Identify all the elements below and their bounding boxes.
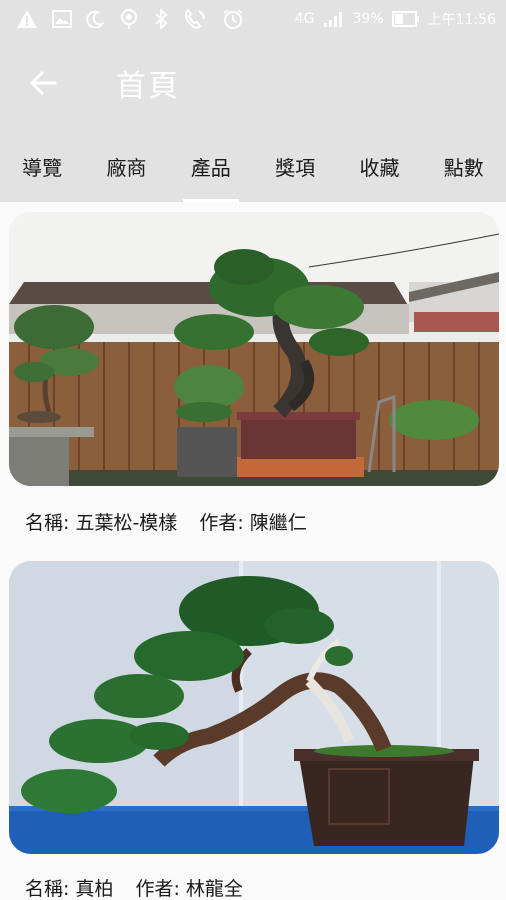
battery-icon: [391, 11, 420, 27]
alarm-icon: [222, 8, 244, 30]
product-photo[interactable]: [9, 561, 499, 854]
tab-bar: 導覽 廠商 產品 獎項 收藏 點數: [0, 128, 506, 202]
location-icon: [118, 8, 140, 30]
tab-awards[interactable]: 獎項: [253, 128, 337, 202]
image-icon: [52, 10, 72, 28]
product-photo[interactable]: [9, 212, 499, 486]
product-name: 名稱: 五葉松-模樣: [25, 511, 178, 534]
product-card[interactable]: 名稱: 五葉松-模樣 作者: 陳繼仁: [9, 212, 499, 556]
app-bar: 首頁: [0, 38, 506, 128]
product-caption: 名稱: 五葉松-模樣 作者: 陳繼仁: [9, 486, 499, 556]
tab-vendors[interactable]: 廠商: [84, 128, 168, 202]
arrow-left-icon: [29, 70, 57, 96]
product-card[interactable]: 名稱: 真柏 作者: 林龍全: [9, 561, 499, 900]
status-bar: 4G 39% 上午11:56: [0, 0, 506, 38]
clock: 上午11:56: [427, 12, 496, 28]
product-caption: 名稱: 真柏 作者: 林龍全: [9, 854, 499, 900]
tab-guide[interactable]: 導覽: [0, 128, 84, 202]
back-button[interactable]: [28, 68, 58, 98]
tab-products[interactable]: 產品: [169, 128, 253, 202]
product-author: 作者: 林龍全: [135, 877, 243, 900]
page-title: 首頁: [116, 69, 180, 104]
product-author: 作者: 陳繼仁: [199, 511, 307, 534]
phone-icon: [182, 8, 208, 30]
signal-icon: [323, 10, 345, 28]
product-name: 名稱: 真柏: [25, 877, 114, 900]
moon-icon: [86, 10, 104, 28]
network-type: 4G: [294, 11, 315, 27]
tab-points[interactable]: 點數: [422, 128, 506, 202]
warning-icon: [16, 9, 38, 29]
tab-favorites[interactable]: 收藏: [337, 128, 421, 202]
product-list: 名稱: 五葉松-模樣 作者: 陳繼仁 名稱: 真柏 作者: 林龍全: [0, 202, 506, 900]
battery-percent: 39%: [352, 11, 384, 27]
bluetooth-icon: [154, 9, 168, 29]
